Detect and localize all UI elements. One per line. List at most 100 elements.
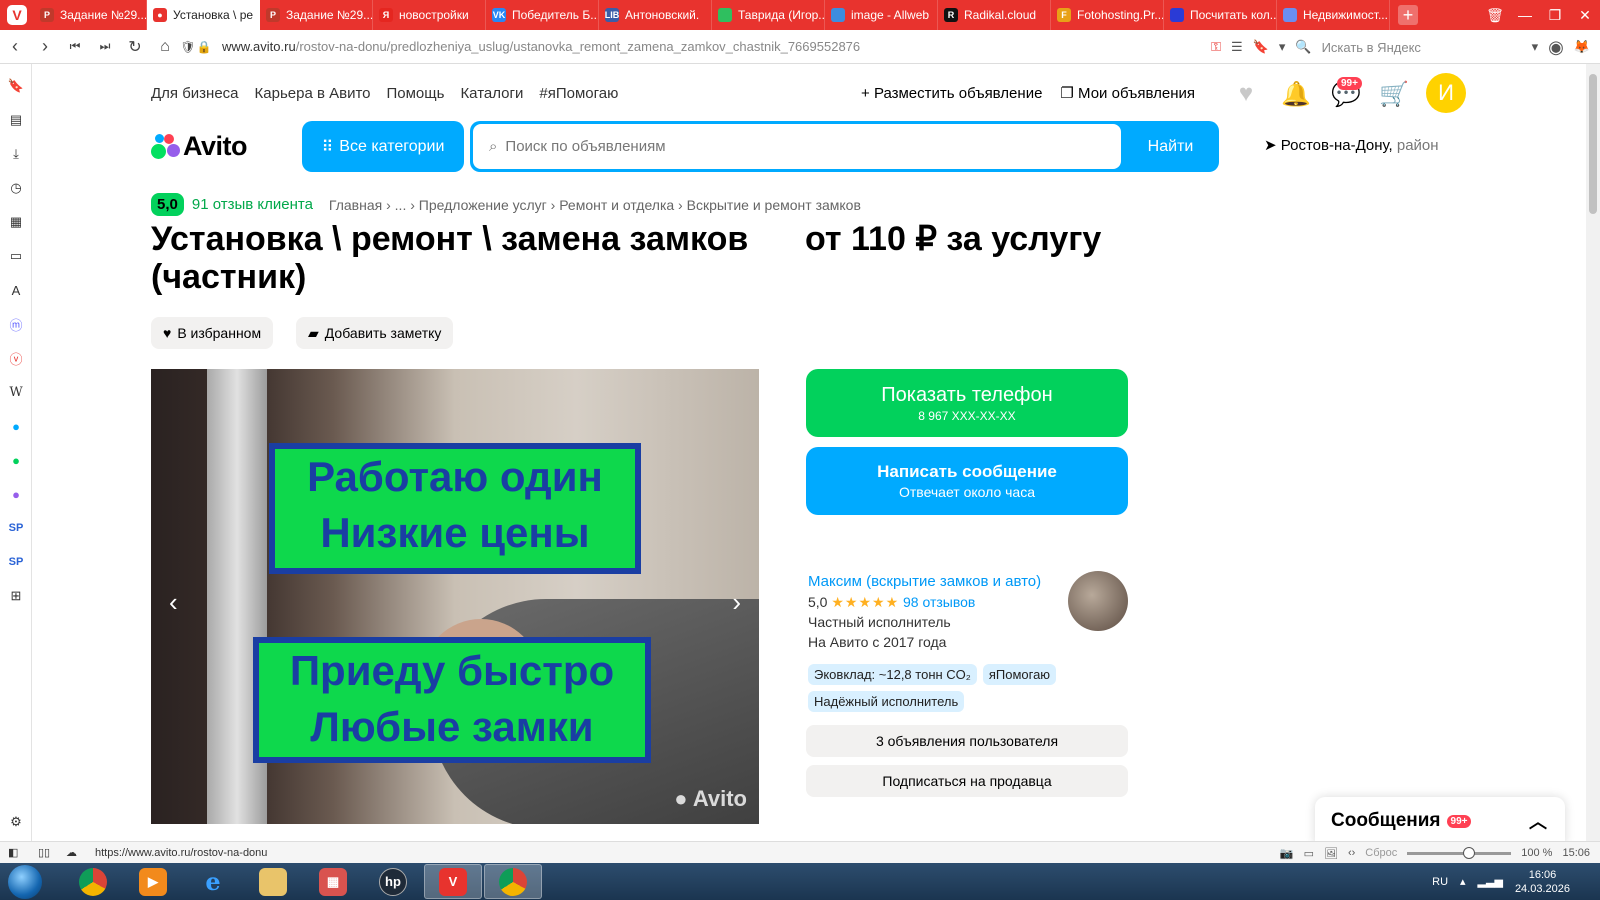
browser-tab[interactable]: image - Allweb xyxy=(825,0,938,30)
panel-toggle-icon[interactable]: ◧ xyxy=(8,846,18,859)
breadcrumb-locks[interactable]: Вскрытие и ремонт замков xyxy=(687,197,861,213)
close-icon[interactable]: ✕ xyxy=(1570,7,1600,24)
browser-tab[interactable]: R Radikal.cloud xyxy=(938,0,1051,30)
breadcrumb-ellipsis[interactable]: ... xyxy=(395,197,407,213)
code-icon[interactable]: ‹› xyxy=(1348,847,1355,859)
browser-tab[interactable]: Таврида (Игор... xyxy=(712,0,825,30)
search-engine-dropdown-icon[interactable]: ▾ xyxy=(1532,39,1539,55)
language-indicator[interactable]: RU xyxy=(1432,876,1448,888)
nav-careers[interactable]: Карьера в Авито xyxy=(255,85,371,102)
downloads-icon[interactable]: ⤓ xyxy=(6,144,26,164)
start-button[interactable] xyxy=(8,864,42,899)
avito-panel-icon-1[interactable]: ● xyxy=(6,416,26,436)
new-tab-button[interactable]: + xyxy=(1398,5,1418,25)
bookmarks-icon[interactable]: 🔖 xyxy=(6,76,26,96)
network-signal-icon[interactable]: ▂▃▅ xyxy=(1478,875,1503,888)
vivaldi-menu-icon[interactable]: V xyxy=(0,0,34,30)
subscribe-seller-button[interactable]: Подписаться на продавца xyxy=(806,765,1128,797)
taskbar-vivaldi[interactable]: V xyxy=(424,864,482,899)
add-panel-icon[interactable]: ⊞ xyxy=(6,586,26,606)
window-panel-icon[interactable]: ▭ xyxy=(6,246,26,266)
vivaldi-icon[interactable]: ⓥ xyxy=(6,348,26,368)
zoom-reset[interactable]: Сброс xyxy=(1365,847,1397,859)
nav-ya-pomogayu[interactable]: #яПомогаю xyxy=(539,85,618,102)
taskbar-ie[interactable]: e xyxy=(184,864,242,899)
avito-logo[interactable]: Avito xyxy=(151,131,248,161)
taskbar-chrome[interactable] xyxy=(64,864,122,899)
taskbar-explorer[interactable] xyxy=(244,864,302,899)
translate-icon[interactable]: A xyxy=(6,280,26,300)
notes-icon[interactable]: ▦ xyxy=(6,212,26,232)
browser-tab[interactable]: VK Победитель Б... xyxy=(486,0,599,30)
browser-tab[interactable]: P Задание №29... xyxy=(260,0,373,30)
minimize-icon[interactable]: — xyxy=(1510,7,1540,23)
cloud-sync-icon[interactable]: ☁ xyxy=(66,846,77,859)
chevron-down-icon[interactable]: ▾ xyxy=(1279,39,1286,55)
all-categories-button[interactable]: ⠿ Все категории xyxy=(302,121,464,172)
show-phone-button[interactable]: Показать телефон 8 967 XXX-XX-XX xyxy=(806,369,1128,437)
favorite-button[interactable]: ♥ В избранном xyxy=(151,317,274,349)
history-icon[interactable]: ◷ xyxy=(6,178,26,198)
tile-icon[interactable]: ▯▯ xyxy=(38,846,50,859)
breadcrumb-home[interactable]: Главная xyxy=(329,197,382,213)
avito-panel-icon-3[interactable]: ● xyxy=(6,484,26,504)
fast-forward-icon[interactable]: ⏭ xyxy=(90,39,120,54)
home-icon[interactable]: ⌂ xyxy=(150,38,180,56)
sp-panel-icon-1[interactable]: SP xyxy=(6,518,26,538)
seller-tag[interactable]: Надёжный исполнитель xyxy=(808,691,965,712)
seller-reviews-link[interactable]: 98 отзывов xyxy=(903,594,975,610)
settings-gear-icon[interactable]: ⚙ xyxy=(6,812,26,832)
image-icon[interactable]: 🖼 xyxy=(1324,847,1338,860)
forward-icon[interactable]: › xyxy=(30,36,60,57)
breadcrumb-services[interactable]: Предложение услуг xyxy=(419,197,547,213)
browser-tab[interactable]: LIB Антоновский. xyxy=(599,0,712,30)
search-button[interactable]: Найти xyxy=(1122,121,1219,172)
nav-help[interactable]: Помощь xyxy=(387,85,445,102)
sp-panel-icon-2[interactable]: SP xyxy=(6,552,26,572)
gallery-next-icon[interactable]: › xyxy=(732,587,741,618)
tab-active[interactable]: ● Установка \ ре xyxy=(147,0,260,30)
back-icon[interactable]: ‹ xyxy=(0,36,30,57)
key-icon[interactable]: ⚿ xyxy=(1211,39,1221,55)
page-scrollbar[interactable] xyxy=(1586,64,1600,845)
wikipedia-icon[interactable]: W xyxy=(6,382,26,402)
write-message-button[interactable]: Написать сообщение Отвечает около часа xyxy=(806,447,1128,515)
url-field[interactable]: www.avito.ru/rostov-na-donu/predlozheniy… xyxy=(222,39,860,54)
nav-for-business[interactable]: Для бизнеса xyxy=(151,85,239,102)
search-input[interactable]: ⌕ Поиск по объявлениям xyxy=(473,124,1121,169)
favorites-heart-icon[interactable]: ♥ xyxy=(1232,80,1260,108)
user-ads-button[interactable]: 3 объявления пользователя xyxy=(806,725,1128,757)
capture-icon[interactable]: 📷 xyxy=(1280,847,1294,860)
chevron-up-icon[interactable]: ︿ xyxy=(1529,808,1547,834)
post-ad-link[interactable]: + Разместить объявление xyxy=(861,85,1042,102)
fox-icon[interactable]: 🦊 xyxy=(1574,39,1590,55)
yandex-search-input[interactable]: Искать в Яндекс xyxy=(1322,40,1522,55)
reading-list-icon[interactable]: ▤ xyxy=(6,110,26,130)
seller-tag[interactable]: яПомогаю xyxy=(982,664,1057,685)
messages-panel[interactable]: Сообщения 99+ ︿ xyxy=(1315,797,1565,845)
browser-tab[interactable]: Недвижимост... xyxy=(1277,0,1390,30)
trash-icon[interactable]: 🗑 xyxy=(1480,7,1510,24)
seller-name[interactable]: Максим (вскрытие замков и авто) xyxy=(808,572,1041,592)
user-avatar[interactable]: И xyxy=(1426,73,1466,113)
reload-icon[interactable]: ↻ xyxy=(120,37,150,57)
window-icon[interactable]: ▭ xyxy=(1304,847,1314,860)
nav-catalogs[interactable]: Каталоги xyxy=(460,85,523,102)
taskbar-media-player[interactable]: ▶ xyxy=(124,864,182,899)
bookmark-icon[interactable]: 🔖 xyxy=(1253,39,1269,55)
seller-avatar[interactable] xyxy=(1068,571,1128,631)
seller-tag[interactable]: Эковклад: ~12,8 тонн CO₂ xyxy=(808,664,977,685)
shield-icon[interactable]: 🛡 xyxy=(180,40,196,54)
breadcrumb-repair[interactable]: Ремонт и отделка xyxy=(559,197,674,213)
reviews-link[interactable]: 91 отзыв клиента xyxy=(192,196,313,213)
location-selector[interactable]: ➤ Ростов-на-Дону, район xyxy=(1264,136,1439,154)
rewind-icon[interactable]: ⏮ xyxy=(60,39,90,54)
browser-tab[interactable]: Яновостройки xyxy=(373,0,486,30)
zoom-slider[interactable] xyxy=(1407,846,1512,859)
gallery-prev-icon[interactable]: ‹ xyxy=(169,587,178,618)
zoom-slider-handle[interactable] xyxy=(1463,846,1476,859)
reader-icon[interactable]: ☰ xyxy=(1231,39,1243,55)
avito-panel-icon-2[interactable]: ● xyxy=(6,450,26,470)
browser-tab[interactable]: P Задание №29... xyxy=(34,0,147,30)
tray-up-icon[interactable]: ▴ xyxy=(1460,875,1466,888)
